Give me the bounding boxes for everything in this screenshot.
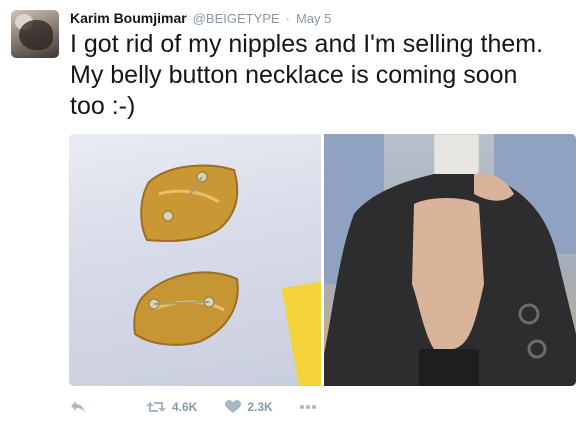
more-dots-icon: [299, 404, 317, 410]
heart-icon: [225, 400, 242, 414]
like-button[interactable]: 2.3K: [225, 400, 273, 414]
reply-button[interactable]: [70, 400, 90, 414]
avatar[interactable]: [11, 10, 59, 58]
more-button[interactable]: [299, 404, 317, 410]
tweet-actions: 4.6K 2.3K: [70, 394, 317, 420]
reply-icon: [70, 400, 86, 414]
tweet-text: I got rid of my nipples and I'm selling …: [70, 30, 544, 120]
separator: ·: [285, 11, 290, 26]
photo-right[interactable]: [324, 134, 576, 386]
avatar-figure: [19, 20, 53, 50]
display-name[interactable]: Karim Boumjimar: [70, 10, 187, 26]
like-count: 2.3K: [247, 400, 273, 414]
photo-left-drawing: [133, 164, 239, 346]
media-grid: [69, 134, 576, 386]
photo-left[interactable]: [69, 134, 321, 386]
tweet-date[interactable]: May 5: [296, 11, 331, 26]
retweet-button[interactable]: 4.6K: [146, 400, 197, 414]
bead-upper-left: [162, 210, 174, 222]
retweet-count: 4.6K: [172, 400, 198, 414]
piece-upper: [140, 164, 239, 242]
tweet-header: Karim Boumjimar @BEIGETYPE · May 5: [70, 10, 331, 28]
photo-right-drawing: [324, 134, 576, 386]
retweet-icon: [146, 400, 166, 414]
pants: [419, 349, 479, 386]
user-handle[interactable]: @BEIGETYPE: [193, 11, 280, 26]
